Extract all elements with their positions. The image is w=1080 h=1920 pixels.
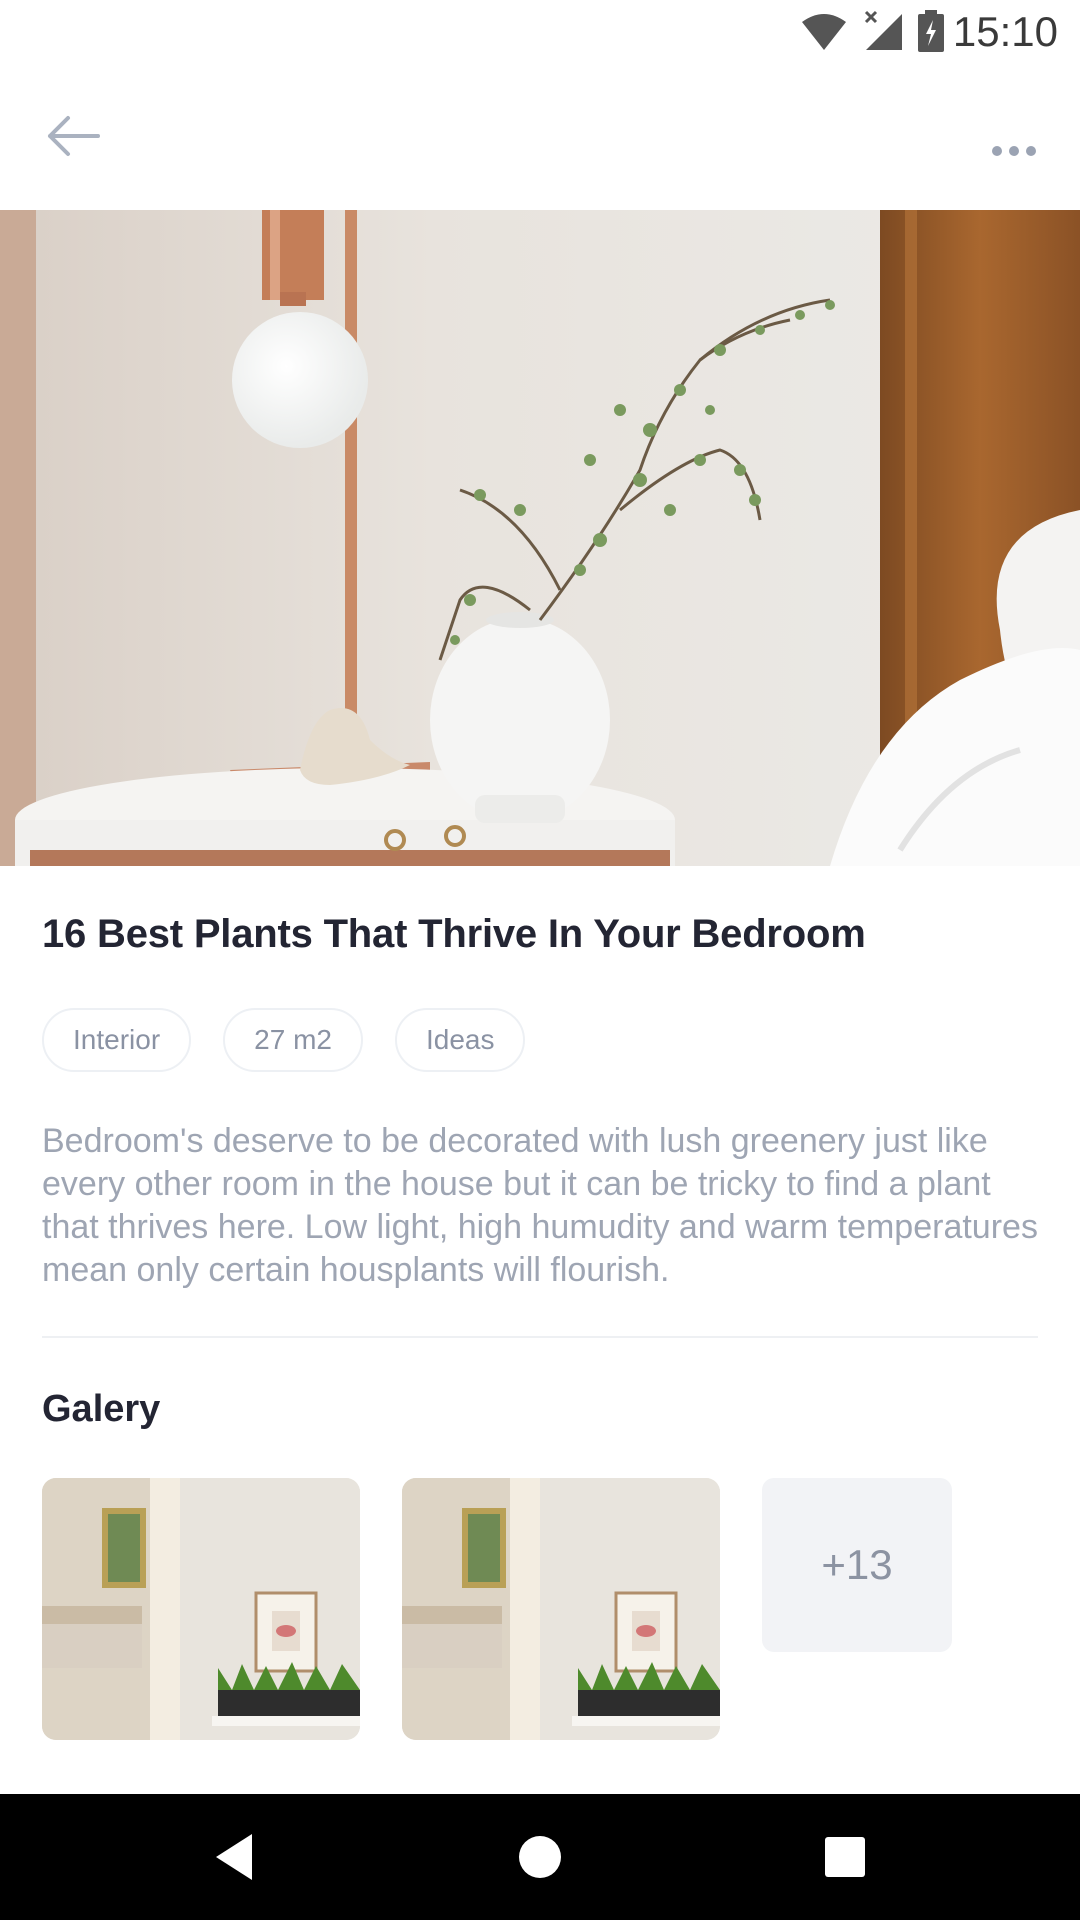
tag-area[interactable]: 27 m2: [223, 1008, 363, 1072]
article-title: 16 Best Plants That Thrive In Your Bedro…: [42, 912, 866, 956]
nav-home-icon[interactable]: [505, 1822, 575, 1892]
signal-icon: [864, 10, 902, 50]
status-time: 15:10: [952, 8, 1058, 55]
more-dot: [1026, 146, 1036, 156]
gallery-photo: [42, 1478, 360, 1740]
battery-charging-icon: [918, 10, 944, 52]
gallery-title: Galery: [42, 1388, 161, 1430]
status-bar: 15:10: [0, 0, 1080, 64]
gallery-thumbnail[interactable]: [42, 1478, 360, 1740]
hero-image: [0, 210, 1080, 866]
bedroom-plant-photo: [0, 210, 1080, 866]
app-bar: [0, 64, 1080, 210]
back-button[interactable]: [40, 106, 106, 166]
divider: [42, 1336, 1038, 1338]
tag-interior[interactable]: Interior: [42, 1008, 192, 1072]
gallery-thumbnail[interactable]: [402, 1478, 720, 1740]
more-horizontal-icon: [992, 146, 1002, 156]
arrow-left-icon: [48, 116, 100, 156]
tag-list: Interior 27 m2 Ideas: [42, 1008, 526, 1072]
gallery-more-button[interactable]: +13: [762, 1478, 952, 1652]
article-description: Bedroom's deserve to be decorated with l…: [42, 1122, 1038, 1289]
nav-back-icon[interactable]: [200, 1822, 270, 1892]
nav-recent-icon[interactable]: [810, 1822, 880, 1892]
system-nav-bar: [0, 1794, 1080, 1920]
more-options-button[interactable]: [984, 128, 1044, 172]
wifi-icon: [802, 14, 846, 50]
gallery-photo: [402, 1478, 720, 1740]
tag-ideas[interactable]: Ideas: [394, 1008, 526, 1072]
more-dot: [1009, 146, 1019, 156]
